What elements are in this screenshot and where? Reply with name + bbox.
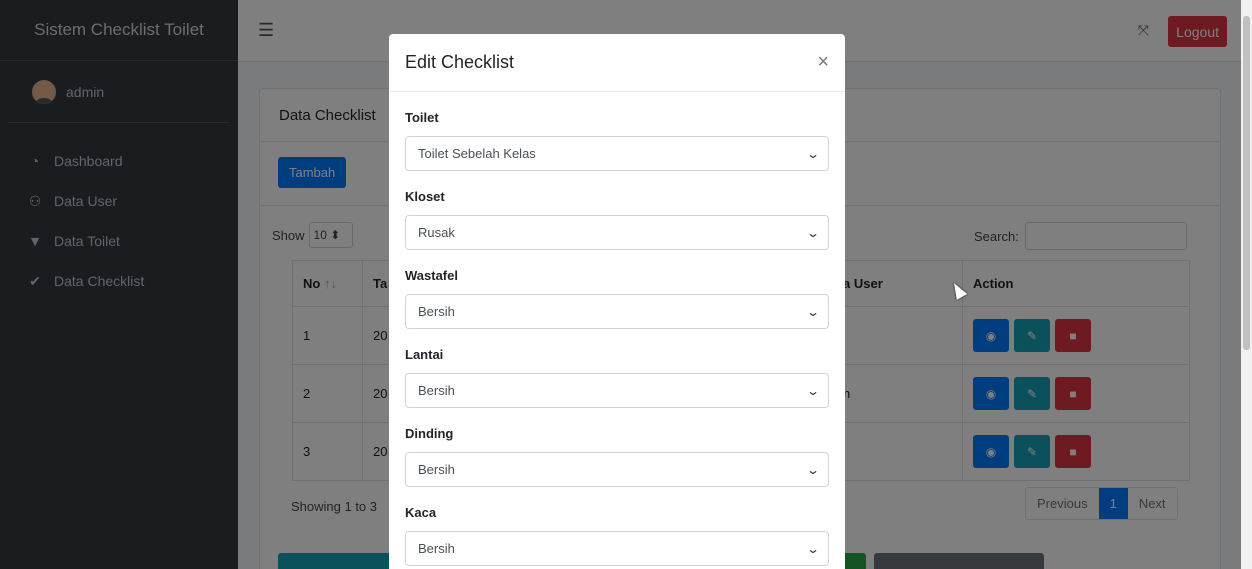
chevron-down-icon: ⌄ [805, 541, 821, 556]
chevron-down-icon: ⌄ [805, 225, 821, 240]
edit-checklist-modal: Edit Checklist × Toilet Toilet Sebelah K… [389, 34, 845, 569]
wastafel-select[interactable]: Bersih ⌄ [405, 294, 829, 329]
select-value: Rusak [418, 225, 455, 240]
page-scrollbar[interactable] [1241, 0, 1252, 569]
chevron-down-icon: ⌄ [805, 146, 821, 161]
modal-header: Edit Checklist × [389, 34, 845, 92]
toilet-select[interactable]: Toilet Sebelah Kelas ⌄ [405, 136, 829, 171]
select-value: Toilet Sebelah Kelas [418, 146, 536, 161]
scrollbar-thumb[interactable] [1243, 16, 1250, 350]
select-value: Bersih [418, 541, 455, 556]
field-label: Wastafel [405, 268, 458, 283]
field-label: Lantai [405, 347, 444, 362]
field-label: Toilet [405, 110, 439, 125]
chevron-down-icon: ⌄ [805, 462, 821, 477]
chevron-down-icon: ⌄ [805, 383, 821, 398]
kaca-select[interactable]: Bersih ⌄ [405, 531, 829, 566]
field-label: Kaca [405, 505, 437, 520]
lantai-select[interactable]: Bersih ⌄ [405, 373, 829, 408]
select-value: Bersih [418, 304, 455, 319]
modal-body: Toilet Toilet Sebelah Kelas ⌄ Kloset Rusa… [389, 92, 845, 566]
modal-title: Edit Checklist [405, 52, 515, 72]
field-dinding: Dinding Bersih ⌄ [405, 408, 829, 487]
select-value: Bersih [418, 383, 455, 398]
field-wastafel: Wastafel Bersih ⌄ [405, 250, 829, 329]
select-value: Bersih [418, 462, 455, 477]
field-toilet: Toilet Toilet Sebelah Kelas ⌄ [405, 92, 829, 171]
close-icon[interactable]: × [817, 51, 829, 74]
kloset-select[interactable]: Rusak ⌄ [405, 215, 829, 250]
field-kloset: Kloset Rusak ⌄ [405, 171, 829, 250]
dinding-select[interactable]: Bersih ⌄ [405, 452, 829, 487]
field-kaca: Kaca Bersih ⌄ [405, 487, 829, 566]
field-label: Dinding [405, 426, 454, 441]
field-label: Kloset [405, 189, 445, 204]
field-lantai: Lantai Bersih ⌄ [405, 329, 829, 408]
chevron-down-icon: ⌄ [805, 304, 821, 319]
